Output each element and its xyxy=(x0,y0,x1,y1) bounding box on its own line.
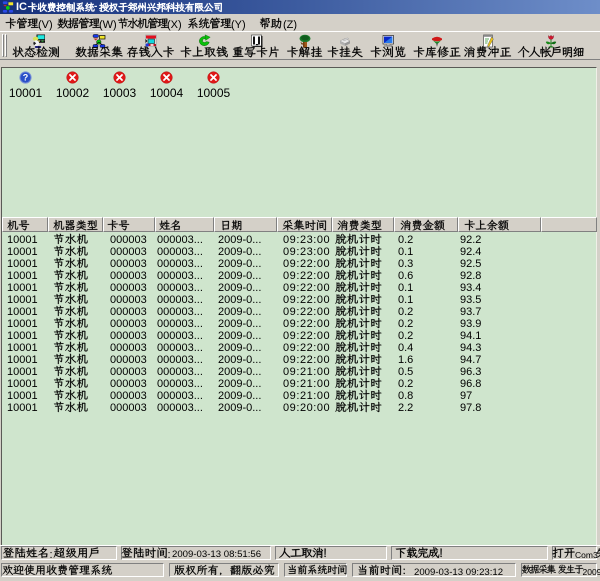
svg-text:?: ? xyxy=(23,73,29,83)
